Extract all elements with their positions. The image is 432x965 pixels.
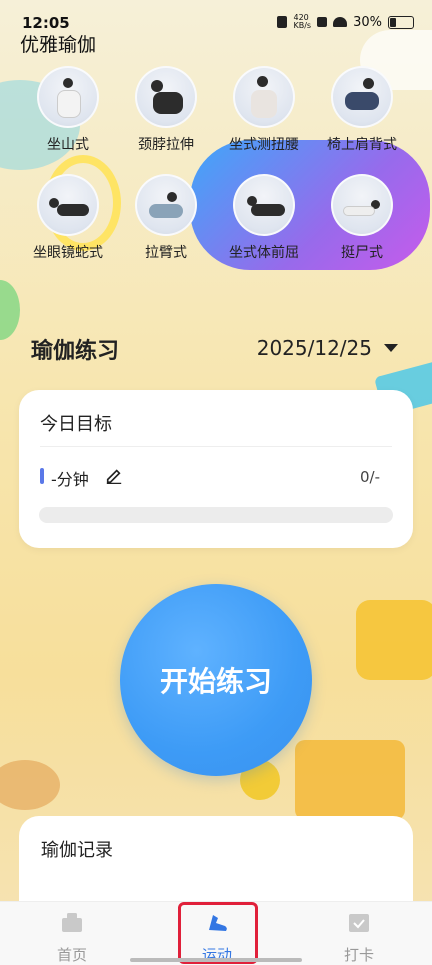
pose-item[interactable]: 拉臂式 [116,174,216,262]
pose-item[interactable]: 坐式体前屈 [214,174,314,262]
decoration-bowl [0,760,60,810]
date-value: 2025/12/25 [256,336,372,360]
wifi-icon [333,17,348,27]
goal-value: -分钟 [51,470,89,489]
app-title: 优雅瑜伽 [20,34,97,56]
record-title: 瑜伽记录 [41,840,113,861]
pose-label: 颈脖拉伸 [138,137,194,153]
goal-progress-bar [39,507,393,523]
practice-title: 瑜伽练习 [31,339,120,364]
checkin-icon [349,914,369,932]
start-practice-button[interactable]: 开始练习 [120,584,312,776]
goal-title: 今日目标 [40,414,112,435]
battery-percent: 30% [353,14,382,30]
pose-image [233,174,295,236]
battery-icon [388,15,414,29]
pose-image [37,174,99,236]
decoration-camera [356,600,432,680]
signal-icon [317,17,328,27]
pose-image [331,66,393,128]
network-speed: 420 KB/s [293,13,312,30]
tab-label: 首页 [56,946,87,964]
status-bar: 12:05 420 KB/s 30% [0,0,432,34]
tab-label: 打卡 [343,946,374,964]
pose-label: 拉臂式 [145,245,187,261]
pose-image [331,174,393,236]
pose-item[interactable]: 坐山式 [18,66,118,154]
tab-checkin[interactable]: 打卡 [314,910,404,965]
status-icons: 420 KB/s 30% [277,14,414,30]
decoration-leaf [0,280,20,340]
pose-label: 椅上肩背式 [327,137,397,153]
pose-item[interactable]: 挺尸式 [312,174,412,262]
home-indicator[interactable] [130,958,302,962]
decoration-tv [295,740,405,820]
caret-down-icon [384,344,398,352]
pose-item[interactable]: 椅上肩背式 [312,66,412,154]
active-tab-highlight-box [178,902,258,964]
start-practice-label: 开始练习 [159,665,272,698]
vibrate-icon [277,16,288,28]
pose-image [233,66,295,128]
pose-label: 坐山式 [47,137,89,153]
pose-label: 坐式测扭腰 [229,137,299,153]
date-picker[interactable]: 2025/12/25 [257,336,398,360]
goal-progress-text: 0/- [359,468,380,486]
home-icon [62,913,82,932]
pose-label: 坐式体前屈 [229,245,299,261]
divider [40,446,392,447]
pose-image [135,66,197,128]
pose-image [37,66,99,128]
pose-label: 坐眼镜蛇式 [33,245,103,261]
goal-card: 今日目标 -分钟 0/- [19,390,413,548]
pose-item[interactable]: 坐式测扭腰 [214,66,314,154]
pose-item[interactable]: 坐眼镜蛇式 [18,174,118,262]
pose-label: 挺尸式 [341,245,383,261]
pose-image [135,174,197,236]
goal-indicator-bar [40,468,44,484]
tab-home[interactable]: 首页 [27,910,117,965]
pose-item[interactable]: 颈脖拉伸 [116,66,216,154]
pencil-icon[interactable] [105,466,123,484]
